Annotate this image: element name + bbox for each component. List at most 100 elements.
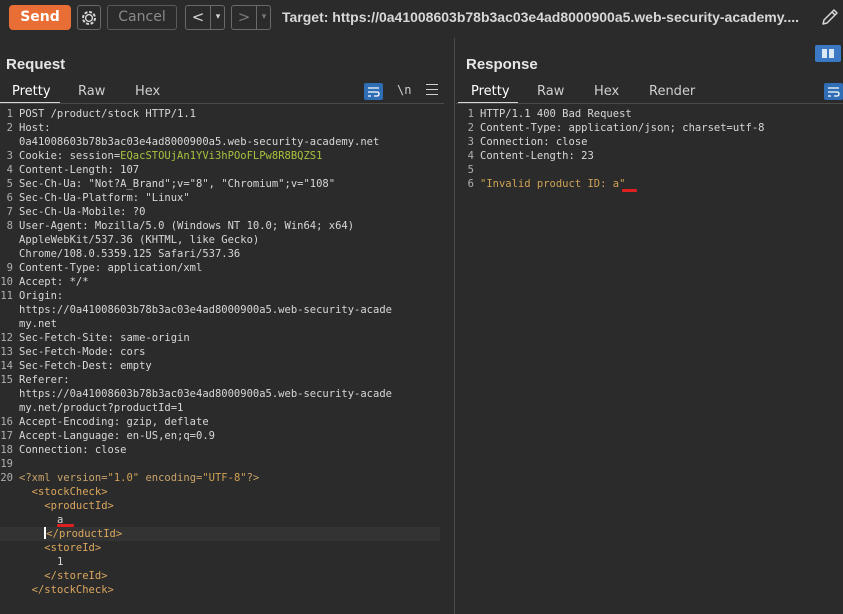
- code-line: 5: [461, 163, 841, 177]
- line-number: 4: [467, 150, 474, 162]
- header-text: Content-Length: 107: [19, 164, 140, 176]
- line-number: 2: [467, 122, 474, 134]
- request-editor[interactable]: 1 POST /product/stock HTTP/1.1 2 Host: 0a410…: [0, 107, 444, 597]
- line-text: Sec-Fetch-Dest: empty: [19, 359, 152, 373]
- code-line: 6 "Invalid product ID: a": [461, 177, 841, 192]
- xml-decl-attr: version=: [56, 472, 108, 484]
- response-title: Response: [466, 56, 538, 73]
- code-line: 20 <?xml version="1.0" encoding="UTF-8"?>: [0, 471, 444, 485]
- line-number: 14: [0, 360, 13, 372]
- code-line: 11 Origin:: [0, 289, 444, 303]
- line-text: Sec-Fetch-Mode: cors: [19, 345, 145, 359]
- cancel-button[interactable]: Cancel: [107, 5, 177, 30]
- settings-button[interactable]: [77, 5, 101, 30]
- edit-target-pencil-icon[interactable]: [820, 7, 840, 27]
- history-back-group[interactable]: < ▾: [185, 5, 225, 30]
- line-text: <productId>: [19, 499, 114, 513]
- code-line: 10 Accept: */*: [0, 275, 444, 289]
- response-wrap-lines-icon[interactable]: [824, 83, 843, 100]
- code-line: 0a41008603b78b3ac03e4ad8000900a5.web-sec…: [0, 135, 444, 149]
- xml-decl-value: "1.0": [107, 472, 140, 484]
- line-number: 6: [6, 192, 13, 204]
- xml-tag-productid-close: /productId>: [52, 528, 123, 540]
- back-arrow-icon[interactable]: <: [186, 6, 210, 29]
- code-line: 5 Sec-Ch-Ua: "Not?A_Brand";v="8", "Chromi…: [0, 177, 444, 191]
- header-text: Sec-Ch-Ua: "Not?A_Brand";v="8", "Chromiu…: [19, 178, 336, 190]
- pane-divider[interactable]: [454, 38, 455, 614]
- header-text: Sec-Ch-Ua-Mobile: ?0: [19, 206, 146, 218]
- header-text: Accept-Language: en-US,en;q=0.9: [19, 430, 215, 442]
- code-line: 3 Cookie: session=EQacSTOUjAn1YVi3hPOoFLP…: [0, 149, 444, 163]
- line-text: User-Agent: Mozilla/5.0 (Windows NT 10.0…: [19, 219, 354, 233]
- code-line: https://0a41008603b78b3ac03e4ad8000900a5…: [0, 303, 444, 317]
- forward-dropdown-icon[interactable]: ▾: [256, 6, 271, 29]
- header-text: Content-Type: application/xml: [19, 262, 203, 274]
- line-text: "Invalid product ID: a": [480, 178, 626, 190]
- send-button[interactable]: Send: [9, 5, 71, 30]
- code-line: <productId>: [0, 499, 444, 513]
- header-text: Cookie: session=: [19, 150, 121, 162]
- request-wrap-lines-icon[interactable]: [364, 83, 383, 100]
- line-number: 11: [0, 290, 13, 302]
- line-text: Content-Length: 107: [19, 163, 139, 177]
- line-text: 1: [19, 555, 63, 569]
- response-tab-pretty[interactable]: Pretty: [471, 82, 510, 102]
- line-number: 1: [6, 108, 13, 120]
- line-text: my.net: [19, 317, 57, 331]
- xml-tag-storeid-open: <storeId>: [44, 542, 102, 554]
- code-line: 7 Sec-Ch-Ua-Mobile: ?0: [0, 205, 444, 219]
- code-line: </productId>: [0, 527, 440, 541]
- line-text: Sec-Ch-Ua-Mobile: ?0: [19, 205, 145, 219]
- header-text: Origin:: [19, 290, 64, 302]
- history-forward-group[interactable]: > ▾: [231, 5, 271, 30]
- line-text: Connection: close: [480, 136, 588, 148]
- response-tab-raw[interactable]: Raw: [537, 82, 564, 102]
- xml-tag-storeid-close: </storeId>: [44, 570, 108, 582]
- header-text: Sec-Ch-Ua-Platform: "Linux": [19, 192, 190, 204]
- request-tabs-divider: [0, 103, 444, 104]
- header-text: Accept: */*: [19, 276, 89, 288]
- line-number: 16: [0, 416, 13, 428]
- code-line: my.net: [0, 317, 444, 331]
- line-number: 17: [0, 430, 13, 442]
- header-text: AppleWebKit/537.36 (KHTML, like Gecko): [19, 234, 260, 246]
- back-dropdown-icon[interactable]: ▾: [210, 6, 225, 29]
- header-text: Accept-Encoding: gzip, deflate: [19, 416, 209, 428]
- session-cookie-value: EQacSTOUjAn1YVi3hPOoFLPw8R8BQZS1: [120, 150, 323, 162]
- code-line: 18 Connection: close: [0, 443, 444, 457]
- code-line: 9 Content-Type: application/xml: [0, 261, 444, 275]
- line-number: 6: [467, 178, 474, 190]
- request-tab-raw[interactable]: Raw: [78, 82, 105, 102]
- response-tab-hex[interactable]: Hex: [594, 82, 619, 102]
- code-line: 2 Content-Type: application/json; charset…: [461, 121, 841, 135]
- xml-declaration-close: ?>: [246, 472, 260, 484]
- line-text: Accept: */*: [19, 275, 89, 289]
- request-tab-hex[interactable]: Hex: [135, 82, 160, 102]
- line-text: Host:: [19, 121, 51, 135]
- code-line: 2 Host:: [0, 121, 444, 135]
- layout-toggle-icon[interactable]: [815, 45, 841, 62]
- line-number: 1: [467, 108, 474, 120]
- code-line: 17 Accept-Language: en-US,en;q=0.9: [0, 429, 444, 443]
- request-menu-icon[interactable]: [426, 84, 438, 99]
- header-text: Sec-Fetch-Site: same-origin: [19, 332, 190, 344]
- line-text: Sec-Fetch-Site: same-origin: [19, 331, 190, 345]
- xml-decl-attr: encoding=: [139, 472, 203, 484]
- code-line: 4 Content-Length: 107: [0, 163, 444, 177]
- line-number: 8: [6, 220, 13, 232]
- response-tab-render[interactable]: Render: [649, 82, 695, 102]
- line-text: <stockCheck>: [19, 485, 108, 499]
- request-tab-pretty[interactable]: Pretty: [12, 82, 51, 102]
- response-editor[interactable]: 1 HTTP/1.1 400 Bad Request 2 Content-Type: …: [461, 107, 841, 192]
- xml-tag-productid-open: <productId>: [44, 500, 114, 512]
- request-show-newlines-icon[interactable]: \n: [397, 83, 411, 97]
- code-line: 16 Accept-Encoding: gzip, deflate: [0, 415, 444, 429]
- forward-arrow-icon[interactable]: >: [232, 6, 256, 29]
- line-text: Content-Type: application/json; charset=…: [480, 122, 765, 134]
- header-text: Chrome/108.0.5359.125 Safari/537.36: [19, 248, 241, 260]
- xml-tag-stockcheck-open: <stockCheck>: [31, 486, 108, 498]
